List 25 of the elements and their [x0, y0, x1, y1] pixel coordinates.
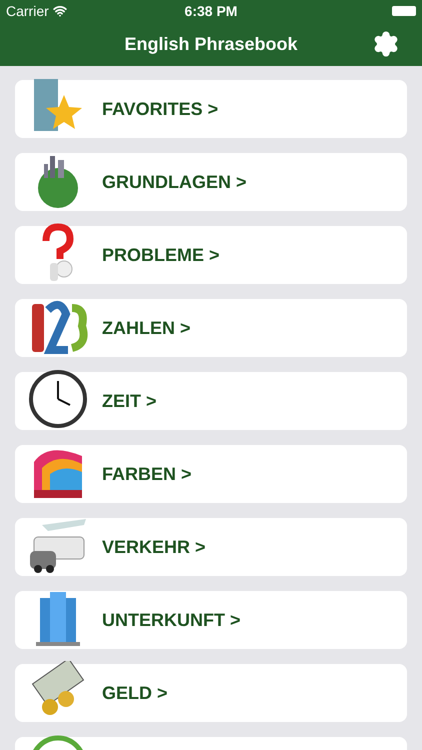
status-time: 6:38 PM: [184, 2, 238, 20]
window-title: English Phrasebook: [124, 32, 298, 56]
category-card[interactable]: ZAHLEN >: [15, 299, 407, 357]
category-card[interactable]: ZEIT >: [15, 372, 407, 430]
category-label: GRUNDLAGEN >: [102, 170, 247, 194]
category-card[interactable]: GRUNDLAGEN >: [15, 153, 407, 211]
category-label: VERKEHR >: [102, 536, 206, 558]
category-card[interactable]: FAVORITES >: [15, 80, 407, 138]
wifi-icon: [52, 4, 67, 18]
category-card[interactable]: GELD >: [15, 664, 407, 722]
category-card[interactable]: VERKEHR >: [15, 518, 407, 576]
category-label: PROBLEME >: [102, 244, 220, 266]
category-label: FAVORITES >: [102, 98, 218, 120]
clock-icon: [28, 369, 88, 429]
category-label: ZEIT >: [102, 390, 157, 412]
category-card[interactable]: UNTERKUNFT >: [15, 591, 407, 649]
category-card[interactable]: PROBLEME >: [15, 226, 407, 284]
settings-button[interactable]: [372, 30, 400, 58]
category-label: UNTERKUNFT >: [102, 608, 240, 632]
category-label: FARBEN >: [102, 462, 192, 486]
category-label: GELD >: [102, 682, 168, 704]
carrier-label: Carrier: [6, 2, 49, 20]
battery-icon: [392, 6, 416, 16]
category-card[interactable]: FARBEN >: [15, 445, 407, 503]
category-label: ZAHLEN >: [102, 316, 191, 340]
